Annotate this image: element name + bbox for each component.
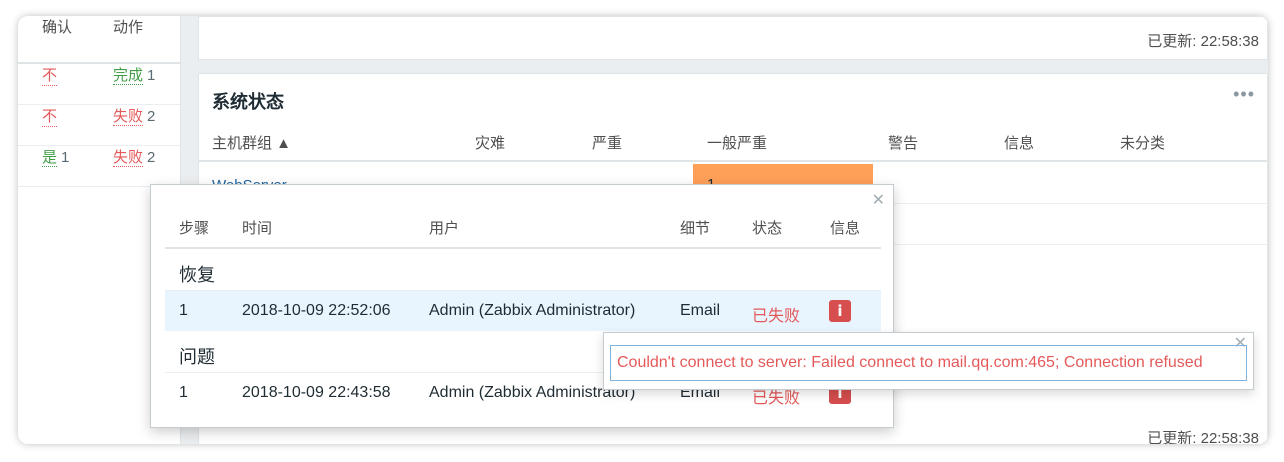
action-status-link[interactable]: 完成 [113, 67, 144, 85]
column-host-group[interactable]: 主机群组 ▲ [212, 132, 291, 153]
last-updated: 已更新: 22:58:38 [1147, 33, 1259, 50]
ack-status-link[interactable]: 不 [42, 105, 58, 127]
action-status-link[interactable]: 失败 [113, 108, 144, 126]
close-icon[interactable]: ✕ [872, 190, 885, 210]
time-value: 2018-10-09 22:52:06 [242, 302, 391, 319]
ack-status-link[interactable]: 是 [42, 149, 58, 167]
table-row: 1 2018-10-09 22:52:06 Admin (Zabbix Admi… [165, 291, 881, 331]
column-ack: 确认 [42, 19, 73, 36]
column-status: 状态 [752, 220, 783, 237]
action-status-link[interactable]: 失败 [113, 149, 144, 167]
status-value: 已失败 [752, 308, 801, 325]
widget-title: 系统状态 [212, 92, 284, 112]
last-updated: 已更新: 22:58:38 [1147, 430, 1259, 444]
dashboard-frame: 确认 动作 不 完成 1 不 失败 2 是1 失败 2 已更新: 22:58:38 [18, 16, 1268, 444]
section-recovery: 恢复 [165, 251, 881, 291]
column-high: 严重 [592, 135, 623, 152]
info-icon[interactable]: i [829, 300, 851, 322]
column-warning: 警告 [888, 135, 919, 152]
column-information: 信息 [1004, 135, 1035, 152]
error-tooltip: ✕ Couldn't connect to server: Failed con… [603, 332, 1254, 390]
column-step: 步骤 [179, 220, 210, 237]
action-count: 2 [147, 149, 156, 166]
ack-table-header: 确认 动作 [18, 16, 180, 64]
action-log-popup: ✕ 步骤 时间 用户 细节 状态 信息 恢复 1 2018-10-09 22:5… [150, 184, 894, 428]
ack-count: 1 [61, 149, 70, 166]
time-value: 2018-10-09 22:43:58 [242, 384, 391, 401]
column-info: 信息 [830, 220, 861, 237]
action-count: 1 [147, 67, 156, 84]
ack-row: 不 失败 2 [18, 105, 180, 146]
column-average: 一般严重 [707, 135, 768, 152]
details-value: Email [680, 302, 721, 319]
ack-row: 是1 失败 2 [18, 146, 180, 187]
column-disaster: 灾难 [475, 135, 506, 152]
status-table-header: 主机群组 ▲ 灾难 严重 一般严重 警告 信息 未分类 [199, 132, 1268, 162]
column-not-classified: 未分类 [1120, 135, 1166, 152]
ack-status-link[interactable]: 不 [42, 64, 58, 86]
step-value: 1 [179, 384, 188, 401]
action-count: 2 [147, 108, 156, 125]
step-value: 1 [179, 302, 188, 319]
ellipsis-icon[interactable]: ••• [1233, 84, 1255, 105]
column-actions: 动作 [113, 19, 144, 36]
popup-table-header: 步骤 时间 用户 细节 状态 信息 [165, 213, 881, 249]
section-title: 问题 [179, 347, 215, 367]
ack-row: 不 完成 1 [18, 64, 180, 105]
column-details: 细节 [680, 220, 711, 237]
top-widget: 已更新: 22:58:38 [198, 16, 1268, 60]
section-title: 恢复 [179, 265, 215, 285]
user-value: Admin (Zabbix Administrator) [429, 302, 636, 319]
column-time: 时间 [242, 220, 273, 237]
column-user: 用户 [429, 220, 460, 237]
error-message: Couldn't connect to server: Failed conne… [617, 354, 1203, 371]
error-message-box: Couldn't connect to server: Failed conne… [610, 345, 1247, 381]
